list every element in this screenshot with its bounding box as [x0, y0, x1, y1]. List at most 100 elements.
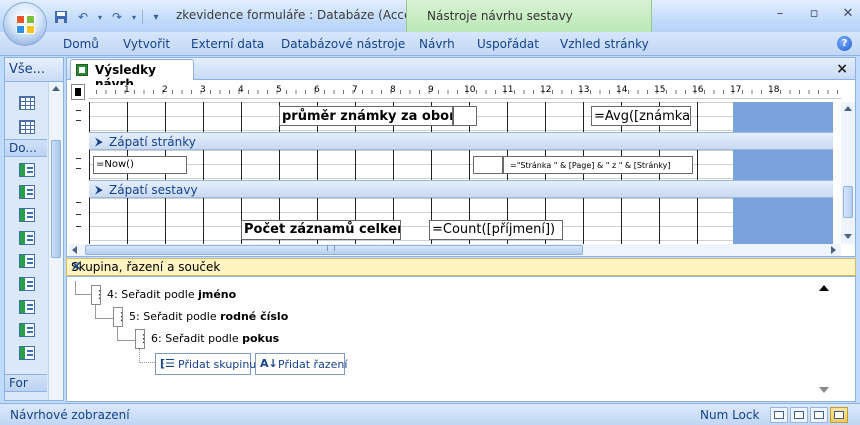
count-expression-control[interactable]: =Count([příjmení]) [429, 220, 563, 240]
tab-database-tools[interactable]: Databázové nástroje [281, 37, 405, 51]
nav-pane-header[interactable]: Vše... [5, 58, 63, 82]
scroll-thumb[interactable] [51, 140, 61, 258]
close-icon[interactable]: ✕ [842, 6, 854, 21]
page-footer-bar[interactable]: ⮞ Zápatí stránky [89, 132, 833, 150]
undo-icon[interactable]: ↶ [74, 8, 92, 26]
form-icon[interactable] [19, 323, 35, 337]
ruler-number: 6 [314, 85, 320, 95]
ruler-number: 5 [276, 85, 282, 95]
tab-home[interactable]: Domů [63, 37, 99, 51]
qat-separator [142, 10, 143, 24]
page-number-expression-control[interactable]: ="Stránka " & [Page] & " z " & [Stránky] [503, 156, 693, 174]
scroll-up-icon[interactable] [844, 106, 852, 111]
window-controls: – ▫ ✕ [774, 6, 854, 21]
page-footer-label: Zápatí stránky [109, 135, 196, 149]
empty-textbox-control[interactable] [473, 156, 503, 174]
tab-design[interactable]: Návrh [419, 37, 455, 51]
office-button[interactable] [3, 2, 47, 46]
vertical-ruler[interactable] [72, 102, 86, 242]
design-view-button[interactable] [830, 407, 848, 423]
empty-textbox-control[interactable] [453, 106, 477, 126]
ruler-number: 16 [692, 85, 704, 95]
now-expression-control[interactable]: =Now() [93, 156, 187, 174]
help-icon[interactable]: ? [837, 36, 852, 51]
section-background [733, 198, 833, 244]
scroll-left-icon[interactable] [72, 246, 77, 254]
form-icon[interactable] [19, 346, 35, 360]
ruler-number: 3 [200, 85, 206, 95]
form-icon[interactable] [19, 300, 35, 314]
design-surface[interactable]: průměr známky za obor =Avg([známka]) ⮞ Z… [89, 102, 833, 244]
tab-arrange[interactable]: Uspořádat [477, 37, 539, 51]
drag-handle-icon[interactable] [91, 285, 105, 305]
nav-group-label: Do... [9, 141, 37, 155]
view-mode-text: Návrhové zobrazení [10, 408, 130, 422]
horizontal-scrollbar[interactable] [69, 244, 841, 256]
scroll-down-icon[interactable] [844, 234, 852, 239]
sort-field-rodne-cislo[interactable]: rodné číslo [220, 310, 288, 323]
drag-handle-icon[interactable] [135, 329, 149, 349]
scroll-up-icon[interactable] [52, 86, 60, 91]
drag-handle-icon[interactable] [113, 307, 127, 327]
table-icon[interactable] [19, 96, 35, 110]
status-bar: Návrhové zobrazení Num Lock [0, 403, 860, 425]
redo-icon[interactable]: ↷ [108, 8, 126, 26]
sort-field-jmeno[interactable]: jméno [198, 288, 236, 301]
close-pane-icon[interactable]: × [71, 259, 849, 274]
scroll-thumb[interactable] [843, 186, 853, 218]
undo-dropdown-icon[interactable]: ▾ [96, 8, 104, 26]
tree-connector [75, 281, 91, 295]
nav-group-header[interactable]: For [5, 374, 47, 392]
count-label-control[interactable]: Počet záznamů celkem [241, 220, 401, 240]
layout-view-button[interactable] [810, 407, 828, 423]
group-sort-pane-header: Skupina, řazení a souček × [66, 258, 856, 276]
minimize-icon[interactable]: – [774, 6, 786, 21]
table-icon[interactable] [19, 120, 35, 134]
form-icon[interactable] [19, 208, 35, 222]
form-icon[interactable] [19, 254, 35, 268]
select-report-box[interactable] [71, 84, 85, 100]
add-sort-button[interactable]: A↓ Přidat řazení [255, 353, 347, 375]
scroll-right-icon[interactable] [831, 246, 836, 254]
ribbon-tabs: Domů Vytvořit Externí data Databázové ná… [0, 32, 860, 56]
sort-field-pokus[interactable]: pokus [242, 332, 279, 345]
avg-expression-control[interactable]: =Avg([známka]) [591, 106, 691, 126]
customize-qat-icon[interactable]: ▾ [147, 8, 165, 26]
nav-scrollbar[interactable] [48, 82, 63, 400]
ruler-number: 12 [540, 85, 552, 95]
maximize-icon[interactable]: ▫ [808, 6, 820, 21]
tab-external-data[interactable]: Externí data [191, 37, 264, 51]
tab-page-setup[interactable]: Vzhled stránky [560, 37, 649, 51]
report-footer-bar[interactable]: ⮞ Zápatí sestavy [89, 180, 833, 198]
section-collapse-icon: ⮞ [95, 183, 103, 196]
section-background [733, 102, 833, 132]
document-tab[interactable]: Výsledky návrh [70, 59, 194, 91]
add-group-icon: ⁅☰ [160, 357, 175, 370]
print-preview-button[interactable] [790, 407, 808, 423]
form-icon[interactable] [19, 277, 35, 291]
move-up-icon[interactable] [819, 285, 829, 291]
vertical-scrollbar[interactable] [841, 102, 855, 244]
navigation-pane: Vše... Do... For [4, 57, 64, 401]
save-icon[interactable] [52, 8, 70, 26]
move-down-icon[interactable] [819, 387, 829, 393]
tab-create[interactable]: Vytvořit [123, 37, 170, 51]
report-view-button[interactable] [770, 407, 788, 423]
avg-label-control[interactable]: průměr známky za obor [279, 106, 453, 126]
ruler-number: 14 [616, 85, 628, 95]
add-group-button[interactable]: ⁅☰ Přidat skupinu [155, 353, 256, 375]
redo-dropdown-icon[interactable]: ▾ [130, 8, 138, 26]
form-icon[interactable] [19, 163, 35, 177]
ruler-number: 10 [464, 85, 476, 95]
nav-group-header[interactable]: Do... [5, 139, 47, 157]
form-icon[interactable] [19, 185, 35, 199]
ruler-number: 7 [352, 85, 358, 95]
nav-pane-title: Vše... [9, 62, 46, 77]
ruler-number: 15 [654, 85, 666, 95]
ruler-number: 17 [730, 85, 742, 95]
close-document-icon[interactable]: × [836, 61, 848, 77]
report-design-view: Výsledky návrh × 1 2 3 4 5 6 7 8 9 10 11… [66, 57, 856, 257]
ruler-number: 2 [162, 85, 168, 95]
form-icon[interactable] [19, 231, 35, 245]
report-footer-section[interactable] [89, 198, 733, 244]
